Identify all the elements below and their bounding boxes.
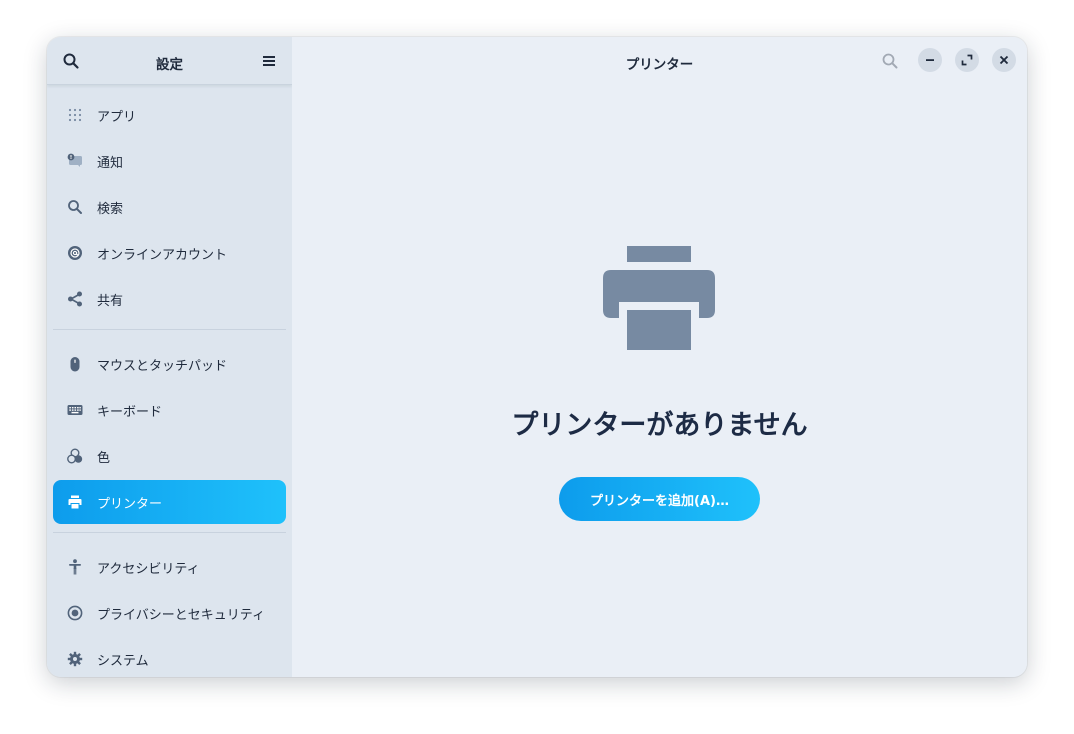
sidebar-item-label: システム	[97, 653, 149, 669]
sidebar-separator	[53, 532, 286, 533]
empty-state-title: プリンターがありません	[511, 410, 808, 441]
sidebar-title: 設定	[156, 57, 183, 73]
sidebar-item-accessibility[interactable]: アクセシビリティ	[53, 545, 286, 589]
maximize-icon	[961, 54, 973, 66]
close-icon	[999, 55, 1009, 65]
mouse-icon	[70, 357, 80, 372]
settings-window: 設定 アプリ 通知 検索 オンラインアカウント 共有 マウスとタッチパッド キー…	[47, 37, 1027, 677]
notifications-icon	[67, 153, 82, 167]
sidebar: 設定 アプリ 通知 検索 オンラインアカウント 共有 マウスとタッチパッド キー…	[47, 37, 292, 677]
sidebar-item-system[interactable]: システム	[53, 637, 286, 677]
sidebar-item-color[interactable]: 色	[53, 434, 286, 478]
maximize-button[interactable]	[955, 48, 979, 72]
privacy-icon	[67, 605, 83, 621]
color-icon	[67, 448, 83, 464]
hamburger-menu-icon[interactable]	[262, 54, 276, 68]
sidebar-item-online-accounts[interactable]: オンラインアカウント	[53, 231, 286, 275]
sidebar-item-label: 通知	[97, 155, 124, 171]
sidebar-item-label: プライバシーとセキュリティ	[97, 607, 265, 623]
sidebar-item-keyboard[interactable]: キーボード	[53, 388, 286, 432]
sidebar-item-label: プリンター	[97, 496, 163, 512]
gear-icon	[67, 651, 83, 667]
sidebar-item-label: アクセシビリティ	[97, 561, 200, 577]
search-icon[interactable]	[881, 52, 899, 70]
sidebar-item-mouse-touchpad[interactable]: マウスとタッチパッド	[53, 342, 286, 386]
sidebar-separator	[53, 329, 286, 330]
share-icon	[68, 291, 82, 307]
sidebar-item-label: キーボード	[97, 404, 163, 420]
sidebar-item-label: アプリ	[97, 109, 137, 125]
search-icon	[68, 200, 82, 214]
sidebar-item-privacy-security[interactable]: プライバシーとセキュリティ	[53, 591, 286, 635]
printer-icon	[68, 495, 82, 509]
at-sign-icon	[68, 246, 82, 260]
apps-grid-icon	[68, 108, 82, 122]
sidebar-item-printers[interactable]: プリンター	[53, 480, 286, 524]
sidebar-item-label: 共有	[97, 293, 124, 309]
sidebar-item-apps[interactable]: アプリ	[53, 93, 286, 137]
sidebar-item-notifications[interactable]: 通知	[53, 139, 286, 183]
sidebar-item-label: 色	[97, 450, 111, 466]
accessibility-icon	[69, 559, 81, 575]
minimize-icon	[926, 59, 934, 61]
sidebar-item-label: オンラインアカウント	[97, 247, 228, 263]
sidebar-item-sharing[interactable]: 共有	[53, 277, 286, 321]
keyboard-icon	[67, 405, 83, 415]
page-title: プリンター	[625, 57, 694, 73]
add-printer-button[interactable]: プリンターを追加(A)…	[559, 477, 760, 521]
sidebar-header: 設定	[47, 37, 292, 85]
sidebar-item-search[interactable]: 検索	[53, 185, 286, 229]
sidebar-item-label: 検索	[97, 201, 124, 217]
main-content: プリンター プリンターがありません プリンターを追加(A)…	[292, 37, 1027, 677]
printer-icon	[603, 246, 715, 350]
close-button[interactable]	[992, 48, 1016, 72]
sidebar-nav: アプリ 通知 検索 オンラインアカウント 共有 マウスとタッチパッド キーボード…	[53, 93, 286, 677]
minimize-button[interactable]	[918, 48, 942, 72]
sidebar-item-label: マウスとタッチパッド	[97, 358, 228, 374]
